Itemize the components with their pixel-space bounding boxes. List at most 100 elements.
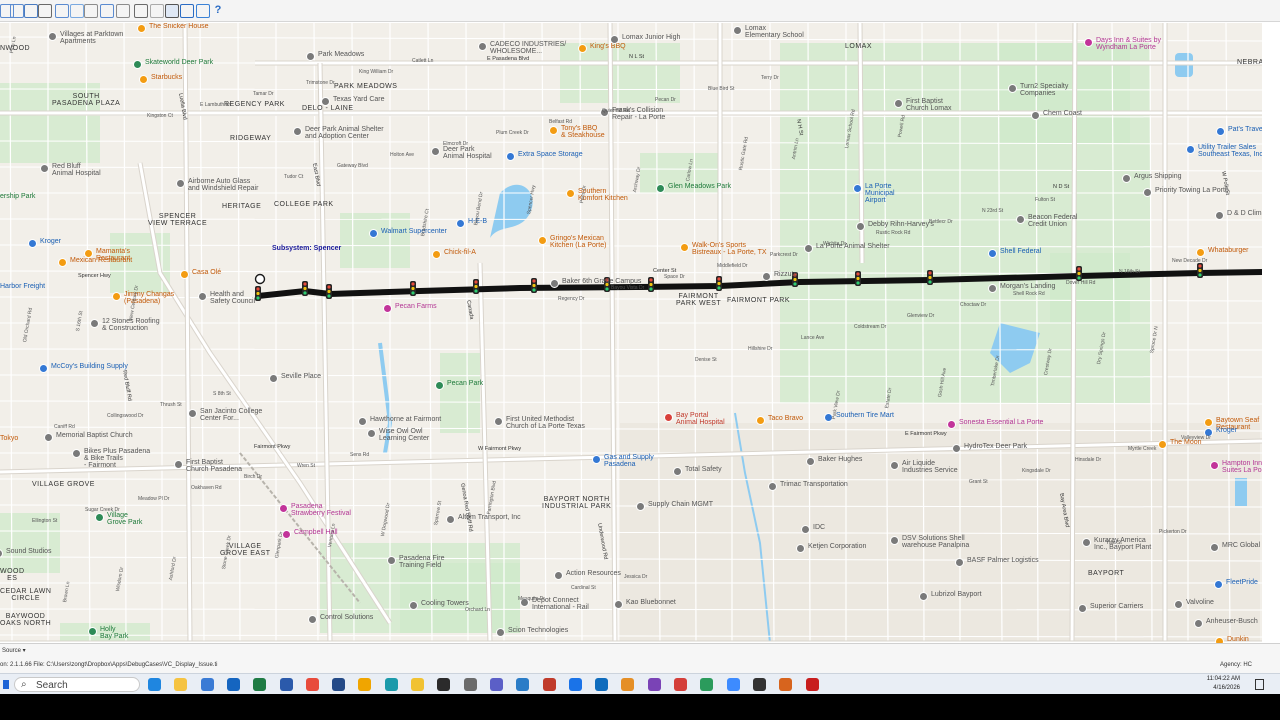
poi-label[interactable]: Walk-On's Sports Bistreaux - La Porte, T… (692, 242, 767, 256)
poi-marker-icon[interactable] (48, 32, 57, 41)
poi-label[interactable]: Morgan's Landing (1000, 283, 1055, 290)
vscode-icon[interactable] (516, 678, 530, 691)
poi-marker-icon[interactable] (1174, 600, 1183, 609)
poi-label[interactable]: Park Meadows (318, 51, 364, 58)
poi-label[interactable]: Mexican Restaurant (70, 257, 132, 264)
poi-marker-icon[interactable] (656, 184, 665, 193)
poi-label[interactable]: Skateworld Deer Park (145, 59, 213, 66)
poi-label[interactable]: Bikes Plus Pasadena & Bike Trails - Fair… (84, 448, 150, 469)
terminal-icon[interactable] (437, 678, 451, 691)
start-icon[interactable] (3, 680, 9, 689)
poi-marker-icon[interactable] (1210, 543, 1219, 552)
poi-marker-icon[interactable] (432, 250, 441, 259)
poi-label[interactable]: Walmart Supercenter (381, 228, 447, 235)
poi-marker-icon[interactable] (1186, 145, 1195, 154)
poi-marker-icon[interactable] (1082, 538, 1091, 547)
poi-marker-icon[interactable] (28, 239, 37, 248)
poi-marker-icon[interactable] (1214, 580, 1223, 589)
poi-label[interactable]: Utility Trailer Sales Southeast Texas, I… (1198, 144, 1262, 158)
poi-label[interactable]: Turn2 Specialty Companies (1020, 83, 1068, 97)
app3-icon[interactable] (647, 678, 661, 691)
poi-marker-icon[interactable] (383, 304, 392, 313)
poi-label[interactable]: Valvoline (1186, 599, 1214, 606)
poi-marker-icon[interactable] (133, 60, 142, 69)
poi-label[interactable]: Air Liquide Industries Service (902, 460, 958, 474)
poi-marker-icon[interactable] (506, 152, 515, 161)
powershell-icon[interactable] (332, 678, 346, 691)
poi-label[interactable]: Sound Studios (6, 548, 52, 555)
poi-label[interactable]: Gringo's Mexican Kitchen (La Porte) (550, 235, 606, 249)
poi-label[interactable]: Baker Hughes (818, 456, 862, 463)
poi-label[interactable]: Ketjen Corporation (808, 543, 866, 550)
outlook-icon[interactable] (226, 678, 240, 691)
poi-label[interactable]: Debby Rihn-Harvey's (868, 221, 934, 228)
poi-marker-icon[interactable] (890, 536, 899, 545)
poi-label[interactable]: HydroTex Deer Park (964, 443, 1027, 450)
poi-marker-icon[interactable] (1210, 461, 1219, 470)
poi-marker-icon[interactable] (1215, 211, 1224, 220)
poi-label[interactable]: D & D Climate Con (1227, 210, 1262, 217)
poi-label[interactable]: Cooling Towers (421, 600, 469, 607)
photos-icon[interactable] (384, 678, 398, 691)
notification-icon[interactable] (1255, 679, 1264, 690)
poi-label[interactable]: Total Safety (685, 466, 722, 473)
poi-label[interactable]: Deer Park Animal Shelter and Adoption Ce… (305, 126, 384, 140)
open-icon[interactable] (10, 4, 24, 18)
poi-label[interactable]: King's BBQ (590, 43, 626, 50)
traffic-signal-icon[interactable] (716, 276, 722, 291)
poi-marker-icon[interactable] (88, 627, 97, 636)
poi-label[interactable]: Hampton Inn & Suites La Porte (1222, 460, 1262, 474)
poi-marker-icon[interactable] (95, 513, 104, 522)
traffic-signal-icon[interactable] (473, 279, 479, 294)
poi-marker-icon[interactable] (308, 615, 317, 624)
poi-label[interactable]: Supply Chain MGMT (648, 501, 713, 508)
poi-marker-icon[interactable] (409, 601, 418, 610)
poi-label[interactable]: Taco Bravo (768, 415, 803, 422)
edge-icon[interactable] (148, 678, 161, 691)
poi-marker-icon[interactable] (279, 504, 288, 513)
print-icon[interactable] (38, 4, 52, 18)
poi-marker-icon[interactable] (478, 42, 487, 51)
poi-marker-icon[interactable] (550, 279, 559, 288)
poi-marker-icon[interactable] (894, 99, 903, 108)
poi-marker-icon[interactable] (58, 258, 67, 267)
mail-icon[interactable] (595, 678, 609, 691)
poi-marker-icon[interactable] (1143, 188, 1152, 197)
system-clock[interactable]: 11:04:22 AM 4/16/2026 (1207, 675, 1240, 693)
poi-label[interactable]: Health and Safety Council (210, 291, 255, 305)
poi-label[interactable]: BASF Palmer Logistics (967, 557, 1039, 564)
teams-icon[interactable] (489, 678, 503, 691)
poi-marker-icon[interactable] (890, 461, 899, 470)
poi-marker-icon[interactable] (1031, 111, 1040, 120)
poi-marker-icon[interactable] (176, 179, 185, 188)
poi-marker-icon[interactable] (306, 52, 315, 61)
poi-marker-icon[interactable] (188, 409, 197, 418)
poi-label[interactable]: Lubrizol Bayport (931, 591, 982, 598)
poi-label[interactable]: Chick-fil-A (444, 249, 476, 256)
poi-label[interactable]: Glen Meadows Park (668, 183, 731, 190)
poi-label[interactable]: Extra Space Storage (518, 151, 583, 158)
poi-marker-icon[interactable] (40, 164, 49, 173)
poi-marker-icon[interactable] (664, 413, 673, 422)
text-icon[interactable] (55, 4, 69, 18)
poi-label[interactable]: The Snicker House (149, 23, 209, 30)
poi-marker-icon[interactable] (1078, 604, 1087, 613)
poi-label[interactable]: Argus Shipping (1134, 173, 1181, 180)
poi-label[interactable]: Pasadena Strawberry Festival (291, 503, 351, 517)
poi-marker-icon[interactable] (369, 229, 378, 238)
table-icon[interactable] (116, 4, 130, 18)
poi-marker-icon[interactable] (174, 460, 183, 469)
poi-marker-icon[interactable] (919, 592, 928, 601)
poi-marker-icon[interactable] (756, 416, 765, 425)
app2-icon[interactable] (621, 678, 635, 691)
word-icon[interactable] (279, 678, 293, 691)
app7-icon[interactable] (779, 678, 793, 691)
app4-icon[interactable] (674, 678, 687, 691)
settings-icon[interactable] (463, 678, 477, 691)
poi-marker-icon[interactable] (367, 429, 376, 438)
poi-label[interactable]: Superior Carriers (1090, 603, 1143, 610)
poi-label[interactable]: Bay Portal Animal Hospital (676, 412, 725, 426)
poi-label[interactable]: Harbor Freight (0, 283, 45, 290)
app6-icon[interactable] (726, 678, 740, 691)
zoom-icon[interactable] (180, 4, 194, 18)
